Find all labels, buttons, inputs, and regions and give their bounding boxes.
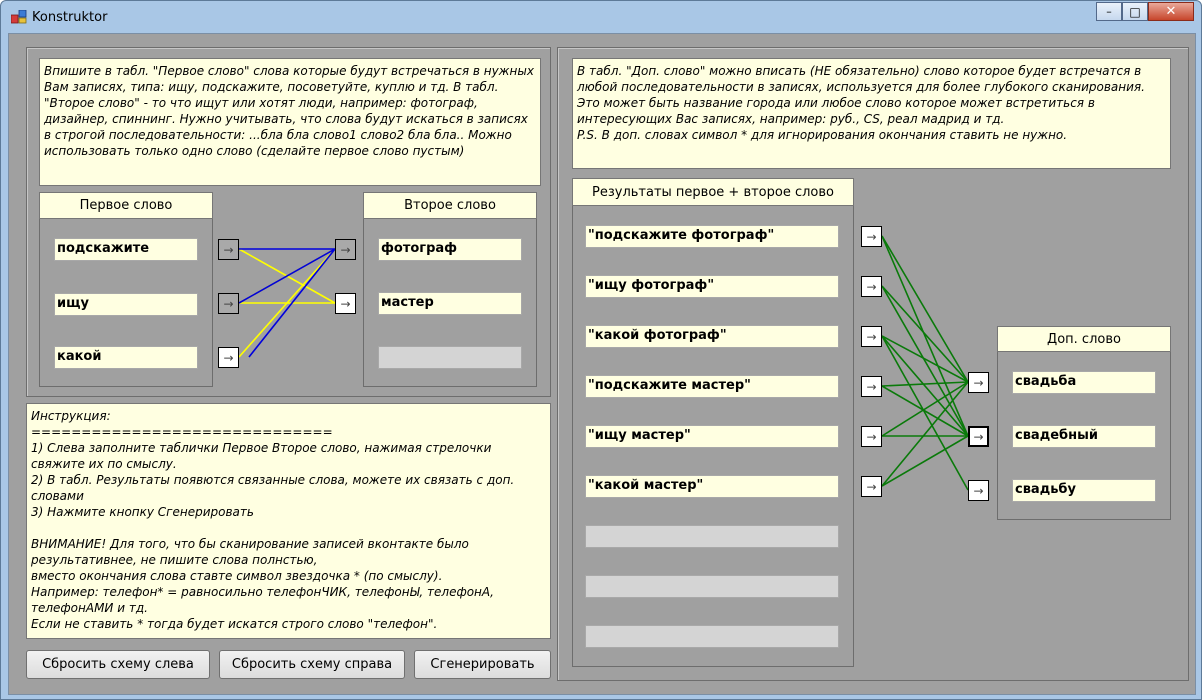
- result-field[interactable]: "какой фотограф": [585, 325, 839, 348]
- reset-right-button[interactable]: Сбросить схему справа: [219, 650, 405, 679]
- extra-word-link-button[interactable]: →: [968, 426, 989, 447]
- extra-word-field[interactable]: свадебный: [1012, 425, 1156, 448]
- generate-button[interactable]: Сгенерировать: [414, 650, 551, 679]
- window-controls: – □ ✕: [1096, 2, 1194, 21]
- app-icon: [11, 10, 27, 24]
- extra-word-link-button[interactable]: →: [968, 480, 989, 501]
- arrow-right-icon: →: [866, 329, 877, 344]
- result-link-button[interactable]: →: [861, 226, 882, 247]
- extra-word-header: Доп. слово: [997, 326, 1171, 352]
- reset-left-button[interactable]: Сбросить схему слева: [26, 650, 210, 679]
- second-word-link-button[interactable]: →: [335, 239, 356, 260]
- minimize-icon: –: [1106, 5, 1112, 18]
- result-link-button[interactable]: →: [861, 376, 882, 397]
- result-field[interactable]: "ищу фотограф": [585, 275, 839, 298]
- arrow-right-icon: →: [866, 479, 877, 494]
- result-field[interactable]: "подскажите мастер": [585, 375, 839, 398]
- first-word-link-button[interactable]: →: [218, 239, 239, 260]
- arrow-right-icon: →: [223, 296, 234, 311]
- second-word-link-button[interactable]: →: [335, 293, 356, 314]
- maximize-icon: □: [1129, 4, 1141, 19]
- second-word-field[interactable]: фотограф: [378, 238, 522, 261]
- instructions-text: Инструкция: ============================…: [26, 403, 551, 639]
- results-header: Результаты первое + второе слово: [572, 178, 854, 206]
- extra-word-link-button[interactable]: →: [968, 372, 989, 393]
- arrow-right-icon: →: [223, 350, 234, 365]
- result-field[interactable]: "подскажите фотограф": [585, 225, 839, 248]
- arrow-right-icon: →: [223, 242, 234, 257]
- second-word-field[interactable]: [378, 346, 522, 369]
- title-bar[interactable]: Konstruktor – □ ✕: [1, 1, 1201, 33]
- second-word-field[interactable]: мастер: [378, 292, 522, 315]
- close-icon: ✕: [1165, 4, 1177, 19]
- arrow-right-icon: →: [866, 379, 877, 394]
- result-field[interactable]: [585, 525, 839, 548]
- first-word-field[interactable]: ищу: [54, 293, 198, 316]
- left-info-text: Впишите в табл. "Первое слово" слова кот…: [39, 58, 541, 186]
- first-word-header: Первое слово: [39, 192, 213, 219]
- result-field[interactable]: "ищу мастер": [585, 425, 839, 448]
- result-link-button[interactable]: →: [861, 476, 882, 497]
- client-area: Впишите в табл. "Первое слово" слова кот…: [8, 33, 1196, 695]
- first-word-field[interactable]: какой: [54, 346, 198, 369]
- first-word-link-button[interactable]: →: [218, 293, 239, 314]
- result-field[interactable]: [585, 575, 839, 598]
- close-button[interactable]: ✕: [1148, 2, 1194, 21]
- result-field[interactable]: [585, 625, 839, 648]
- window-title: Konstruktor: [32, 10, 108, 25]
- maximize-button[interactable]: □: [1122, 2, 1148, 21]
- second-word-header: Второе слово: [363, 192, 537, 219]
- result-field[interactable]: "какой мастер": [585, 475, 839, 498]
- first-word-link-button[interactable]: →: [218, 347, 239, 368]
- extra-word-field[interactable]: свадьбу: [1012, 479, 1156, 502]
- extra-word-field[interactable]: свадьба: [1012, 371, 1156, 394]
- result-link-button[interactable]: →: [861, 426, 882, 447]
- arrow-right-icon: →: [866, 429, 877, 444]
- result-link-button[interactable]: →: [861, 276, 882, 297]
- arrow-right-icon: →: [973, 375, 984, 390]
- arrow-right-icon: →: [340, 296, 351, 311]
- arrow-right-icon: →: [340, 242, 351, 257]
- arrow-right-icon: →: [866, 279, 877, 294]
- arrow-right-icon: →: [866, 229, 877, 244]
- first-word-field[interactable]: подскажите: [54, 238, 198, 261]
- arrow-right-icon: →: [973, 483, 984, 498]
- result-link-button[interactable]: →: [861, 326, 882, 347]
- right-info-text: В табл. "Доп. слово" можно вписать (НЕ о…: [572, 58, 1171, 169]
- arrow-right-icon: →: [973, 429, 984, 444]
- minimize-button[interactable]: –: [1096, 2, 1122, 21]
- application-window: Konstruktor – □ ✕ Впишите в табл. "Перво…: [0, 0, 1202, 700]
